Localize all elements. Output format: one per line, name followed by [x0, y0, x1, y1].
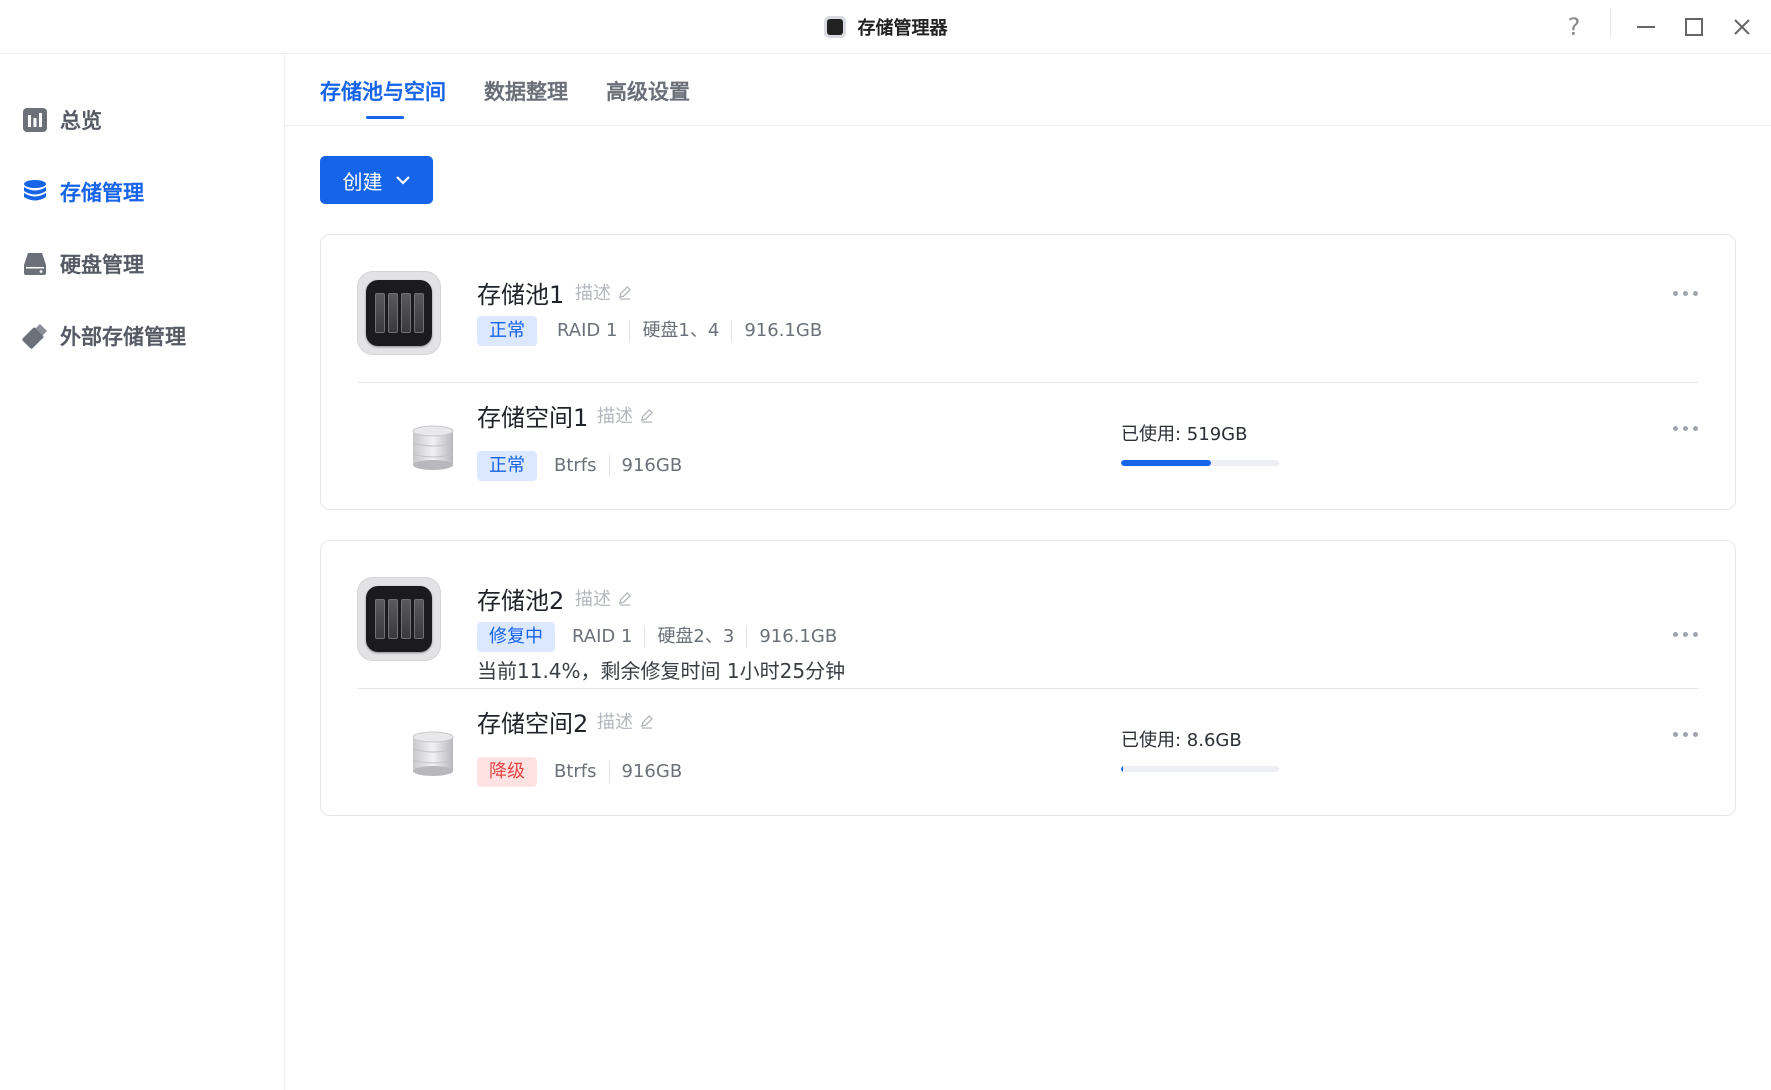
space-name: 存储空间2 [477, 710, 589, 738]
repair-progress-text: 当前11.4%，剩余修复时间 1小时25分钟 [477, 659, 846, 683]
active-tab-indicator [366, 116, 404, 119]
window-title: 存储管理器 [857, 17, 948, 39]
pool-name: 存储池1 [477, 281, 565, 309]
edit-icon [618, 285, 632, 300]
status-badge: 降级 [477, 757, 537, 787]
help-button[interactable]: ? [1552, 0, 1596, 53]
space-used-label: 已使用: 519GB [1121, 424, 1248, 445]
create-button[interactable]: 创建 [320, 156, 433, 204]
pool-disks: 硬盘1、4 [629, 320, 731, 342]
close-button[interactable] [1720, 0, 1764, 53]
storage-space-icon [412, 425, 454, 470]
title-bar: 存储管理器 ? [0, 0, 1771, 54]
pool-capacity: 916.1GB [746, 626, 849, 648]
sidebar: 总览 存储管理 硬盘管理 外部存储管理 [0, 54, 285, 1090]
pool-desc-edit[interactable]: 描述 [575, 279, 632, 305]
chevron-down-icon [395, 176, 410, 185]
sidebar-item-storage[interactable]: 存储管理 [22, 172, 144, 212]
harddisk-icon [24, 253, 46, 275]
status-badge: 正常 [477, 451, 537, 481]
close-icon [1734, 18, 1750, 35]
app-storage-icon [823, 15, 846, 38]
space-desc-edit[interactable]: 描述 [597, 402, 654, 428]
space-usage-fill [1121, 766, 1123, 772]
pool-capacity: 916.1GB [731, 320, 834, 342]
tab-data-defrag[interactable]: 数据整理 [484, 76, 568, 106]
usb-drive-icon [22, 323, 48, 349]
space-meta: 正常 Btrfs 916GB [477, 451, 694, 481]
storage-pool-icon [357, 577, 441, 661]
space-filesystem: Btrfs [554, 455, 597, 476]
minimize-button[interactable] [1624, 0, 1668, 53]
database-icon [24, 180, 46, 201]
pool-name: 存储池2 [477, 587, 565, 615]
space-usage-bar [1121, 766, 1279, 772]
pool-more-button[interactable] [1665, 619, 1705, 649]
space-desc-label: 描述 [597, 712, 633, 733]
space-desc-edit[interactable]: 描述 [597, 708, 654, 734]
space-usage-fill [1121, 460, 1211, 466]
pool-meta: 修复中 RAID 1 硬盘2、3 916.1GB [477, 622, 849, 652]
chart-icon [23, 108, 47, 132]
space-name: 存储空间1 [477, 404, 589, 432]
sidebar-item-overview[interactable]: 总览 [22, 100, 102, 140]
sidebar-item-label: 外部存储管理 [60, 325, 186, 349]
maximize-icon [1685, 17, 1703, 36]
sidebar-item-label: 存储管理 [60, 181, 144, 205]
storage-pool-card: 存储池2 描述 修复中 RAID 1 硬盘2、3 916.1GB 当前11.4%… [320, 540, 1736, 816]
space-filesystem: Btrfs [554, 761, 597, 782]
status-badge: 修复中 [477, 622, 555, 652]
sidebar-item-disks[interactable]: 硬盘管理 [22, 244, 144, 284]
window-title-group: 存储管理器 [0, 0, 1771, 53]
storage-space-icon [412, 731, 454, 776]
tab-pools-and-spaces[interactable]: 存储池与空间 [320, 76, 446, 106]
pool-desc-label: 描述 [575, 283, 611, 304]
space-more-button[interactable] [1665, 719, 1705, 749]
storage-pool-card: 存储池1 描述 正常 RAID 1 硬盘1、4 916.1GB 存储空间1 描述… [320, 234, 1736, 510]
minimize-icon [1637, 25, 1655, 28]
pool-disks: 硬盘2、3 [644, 626, 746, 648]
sidebar-item-label: 硬盘管理 [60, 253, 144, 277]
space-size: 916GB [608, 761, 695, 783]
pool-raid: RAID 1 [572, 626, 633, 647]
pool-more-button[interactable] [1665, 278, 1705, 308]
pool-meta: 正常 RAID 1 硬盘1、4 916.1GB [477, 316, 834, 346]
space-meta: 降级 Btrfs 916GB [477, 757, 694, 787]
space-size: 916GB [608, 455, 695, 477]
space-more-button[interactable] [1665, 413, 1705, 443]
card-divider [357, 382, 1699, 383]
card-divider [357, 688, 1699, 689]
create-button-label: 创建 [342, 169, 383, 194]
sidebar-item-external[interactable]: 外部存储管理 [22, 316, 186, 356]
tab-advanced-settings[interactable]: 高级设置 [606, 76, 690, 106]
tab-bar: 存储池与空间 数据整理 高级设置 [285, 54, 1771, 126]
status-badge: 正常 [477, 316, 537, 346]
storage-pool-icon [357, 271, 441, 355]
edit-icon [640, 408, 654, 423]
edit-icon [618, 591, 632, 606]
pool-raid: RAID 1 [557, 320, 618, 341]
sidebar-item-label: 总览 [60, 109, 102, 133]
edit-icon [640, 714, 654, 729]
pool-desc-edit[interactable]: 描述 [575, 585, 632, 611]
space-usage-bar [1121, 460, 1279, 466]
titlebar-divider [1610, 8, 1611, 38]
maximize-button[interactable] [1672, 0, 1716, 53]
space-used-label: 已使用: 8.6GB [1121, 730, 1242, 751]
space-desc-label: 描述 [597, 406, 633, 427]
pool-desc-label: 描述 [575, 589, 611, 610]
